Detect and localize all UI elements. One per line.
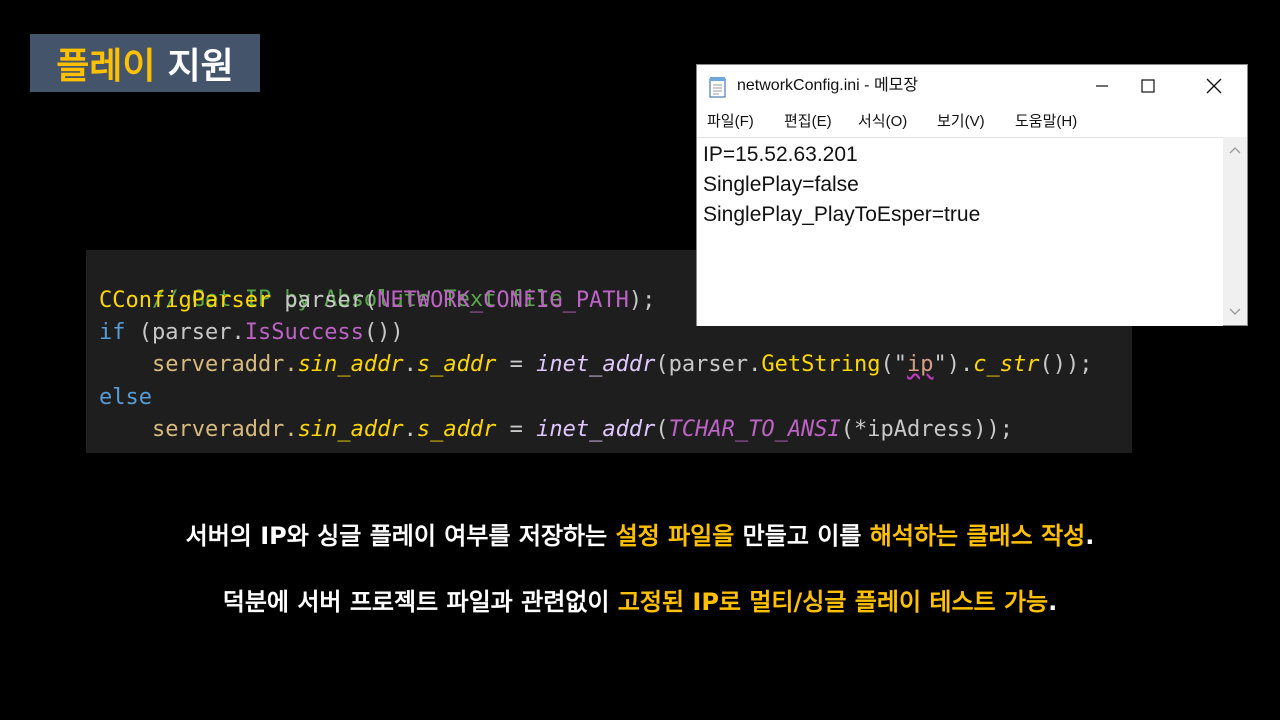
code-line-5: else: [99, 382, 152, 414]
code-text: (parser.: [125, 320, 245, 345]
caption-line-1: 서버의 IP와 싱글 플레이 여부를 저장하는 설정 파일을 만들고 이를 해석…: [0, 516, 1280, 551]
notepad-menubar: 파일(F) 편집(E) 서식(O) 보기(V) 도움말(H): [697, 107, 1247, 137]
code-line-3: if (parser.IsSuccess()): [99, 317, 404, 349]
menu-format[interactable]: 서식(O): [858, 107, 907, 137]
code-text: ").: [933, 352, 974, 377]
maximize-button[interactable]: [1125, 65, 1171, 107]
vertical-scrollbar[interactable]: [1223, 137, 1247, 325]
notepad-file-icon: [709, 77, 726, 98]
menu-file[interactable]: 파일(F): [707, 107, 754, 137]
minimize-button[interactable]: [1079, 65, 1125, 107]
code-member: s_addr: [416, 417, 497, 442]
menu-help[interactable]: 도움말(H): [1015, 107, 1077, 137]
notepad-titlebar[interactable]: networkConfig.ini - 메모장: [697, 65, 1247, 107]
scroll-down-icon[interactable]: [1229, 307, 1241, 317]
notepad-title: networkConfig.ini - 메모장: [737, 77, 919, 94]
caption-text: 서버의 IP와 싱글 플레이 여부를 저장하는: [185, 522, 616, 550]
code-function: inet_addr: [536, 352, 656, 377]
code-text: (": [880, 352, 908, 377]
caption-highlight: 해석하는 클래스 작성: [869, 522, 1086, 550]
ini-line: SinglePlay_PlayToEsper=true: [703, 203, 981, 226]
ini-line: SinglePlay=false: [703, 173, 859, 196]
slide-title: 플레이 지원: [30, 34, 260, 92]
menu-edit[interactable]: 편집(E): [784, 107, 832, 137]
slide-title-highlight: 플레이: [56, 46, 156, 87]
code-text: ()): [363, 320, 404, 345]
code-line-2: CConfigParser parser(NETWORK_CONFIG_PATH…: [99, 285, 655, 317]
code-keyword: if: [99, 320, 126, 345]
code-macro: NETWORK_CONFIG_PATH: [377, 288, 629, 313]
code-text: .: [403, 417, 417, 442]
code-line-6: serveraddr.sin_addr.s_addr = inet_addr(T…: [99, 414, 1013, 446]
code-line-4: serveraddr.sin_addr.s_addr = inet_addr(p…: [99, 349, 1093, 381]
code-member: sin_addr: [297, 417, 404, 442]
code-string: ip: [907, 352, 934, 377]
caption-text: 만들고 이를: [734, 522, 870, 550]
code-function: GetString: [761, 352, 881, 377]
notepad-text-area[interactable]: IP=15.52.63.201 SinglePlay=false SingleP…: [697, 137, 1223, 326]
caption-text: .: [1085, 522, 1095, 550]
code-text: (*ipAdress));: [840, 417, 1013, 442]
close-icon: [1206, 78, 1222, 94]
caption-highlight: 설정 파일을: [615, 522, 735, 550]
code-text: ());: [1039, 352, 1093, 377]
caption-text: 덕분에 서버 프로젝트 파일과 관련없이: [222, 588, 618, 616]
code-text: serveraddr.: [99, 417, 298, 442]
code-text: =: [496, 417, 537, 442]
code-line-1: // Get IP by Absolute Text file: [99, 252, 563, 312]
code-type: CConfigParser: [99, 288, 272, 313]
code-text: );: [628, 288, 656, 313]
code-text: =: [496, 352, 537, 377]
code-keyword: else: [99, 385, 152, 410]
slide-title-rest: 지원: [167, 46, 234, 87]
maximize-icon: [1141, 79, 1155, 93]
code-text: (parser.: [655, 352, 762, 377]
scroll-up-icon[interactable]: [1229, 145, 1241, 155]
caption-line-2: 덕분에 서버 프로젝트 파일과 관련없이 고정된 IP로 멀티/싱글 플레이 테…: [0, 582, 1280, 617]
code-macro: TCHAR_TO_ANSI: [668, 417, 841, 442]
code-function: c_str: [973, 352, 1040, 377]
code-member: s_addr: [416, 352, 497, 377]
minimize-icon: [1096, 85, 1108, 87]
code-text: .: [403, 352, 417, 377]
code-function: inet_addr: [536, 417, 656, 442]
caption-text: .: [1048, 588, 1058, 616]
notepad-window: networkConfig.ini - 메모장 파일(F) 편집(E) 서식(O…: [696, 64, 1248, 326]
code-text: serveraddr.: [99, 352, 298, 377]
code-text: parser(: [271, 288, 378, 313]
code-function: IsSuccess: [244, 320, 364, 345]
menu-view[interactable]: 보기(V): [937, 107, 985, 137]
caption-highlight: 고정된 IP로 멀티/싱글 플레이 테스트 가능: [617, 588, 1049, 616]
code-text: (: [655, 417, 669, 442]
code-member: sin_addr: [297, 352, 404, 377]
ini-line: IP=15.52.63.201: [703, 143, 858, 166]
close-button[interactable]: [1191, 65, 1237, 107]
